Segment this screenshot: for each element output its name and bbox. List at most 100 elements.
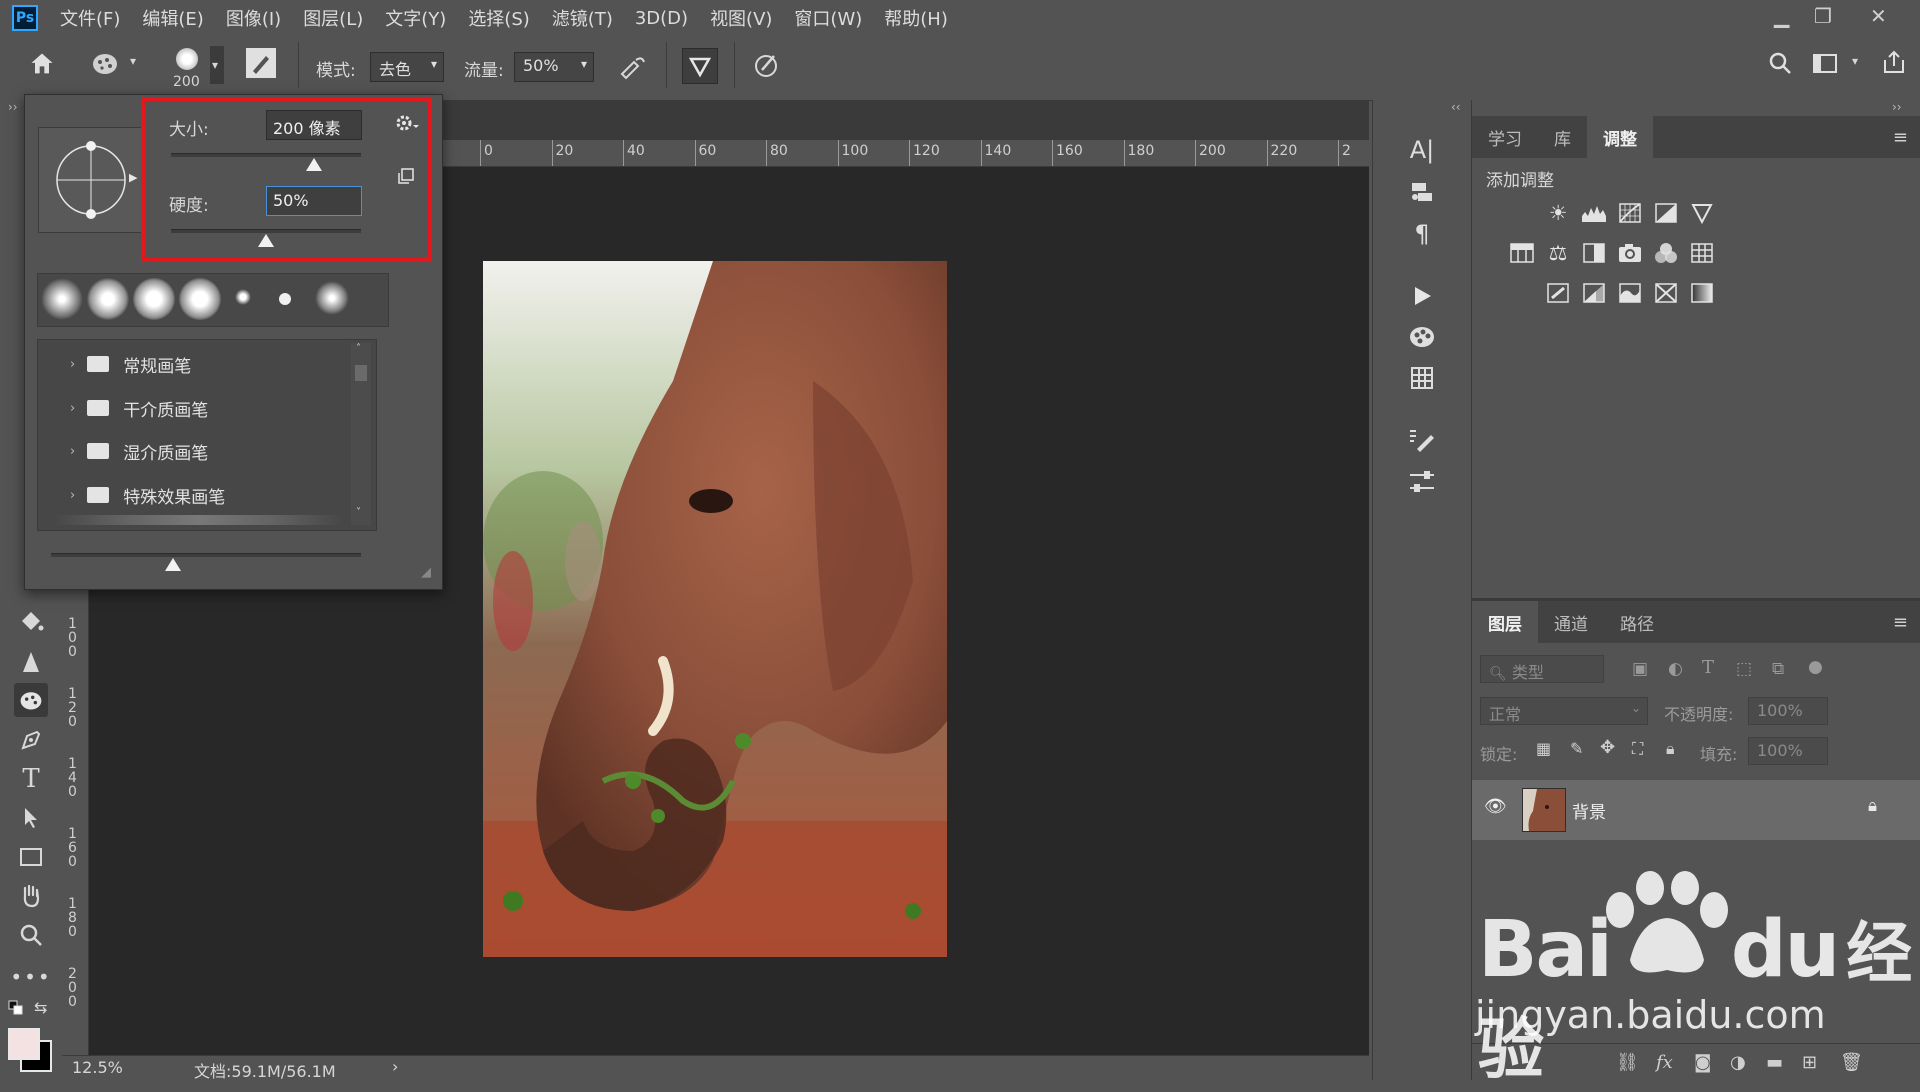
color-balance-icon[interactable]: ⚖ (1544, 240, 1572, 266)
chevron-right-icon[interactable]: › (70, 357, 75, 372)
channel-mixer-icon[interactable] (1652, 240, 1680, 266)
tool-preset-picker[interactable]: ▾ (90, 48, 154, 82)
chevron-right-icon[interactable]: › (392, 1057, 398, 1076)
menu-view[interactable]: 视图(V) (710, 5, 772, 31)
brush-picker-toggle[interactable]: ▾ (210, 46, 224, 84)
mode-select[interactable]: 去色 ▾ (370, 52, 444, 82)
filter-smartobject-icon[interactable]: ⧉ (1772, 659, 1784, 679)
brush-preset-soft-4[interactable] (179, 278, 221, 320)
airbrush-icon[interactable] (618, 52, 648, 85)
vibrance-toggle-icon[interactable] (682, 48, 718, 84)
curves-icon[interactable] (1616, 200, 1644, 226)
lock-transparent-icon[interactable]: ▦ (1536, 739, 1551, 758)
preview-size-slider-track[interactable] (51, 553, 361, 557)
brush-folder-row[interactable]: › 干介质画笔 (70, 387, 375, 429)
swap-colors-icon[interactable]: ⇆ (34, 998, 47, 1017)
more-tools-icon[interactable]: ••• (10, 960, 49, 994)
zoom-tool-icon[interactable] (14, 918, 48, 952)
character-panel-icon[interactable]: A| (1403, 132, 1441, 168)
table-grid-icon[interactable] (1403, 360, 1441, 396)
menu-edit[interactable]: 编辑(E) (142, 5, 203, 31)
layer-filter-select[interactable]: 🔍︎ 类型 (1480, 655, 1604, 683)
collapse-arrows-icon[interactable]: ›› (8, 100, 18, 114)
pen-tool-icon[interactable] (14, 723, 48, 757)
lock-artboard-icon[interactable]: ⛶ (1632, 739, 1643, 759)
filter-pixel-icon[interactable]: ▣ (1632, 659, 1648, 679)
swatches-panel-icon[interactable] (1403, 318, 1441, 354)
opacity-input[interactable]: 100% (1748, 697, 1828, 725)
eye-visibility-icon[interactable]: 👁︎ (1484, 796, 1507, 817)
tab-channels[interactable]: 通道 (1538, 601, 1604, 643)
preview-size-slider-thumb[interactable] (165, 558, 181, 571)
flow-input[interactable]: 50% ▾ (514, 52, 594, 82)
menu-select[interactable]: 选择(S) (468, 5, 529, 31)
menu-type[interactable]: 文字(Y) (385, 5, 446, 31)
workspace-icon[interactable] (1812, 50, 1838, 81)
brush-folder-row[interactable]: › 常规画笔 (70, 343, 375, 385)
pressure-size-icon[interactable] (752, 50, 782, 85)
hue-saturation-icon[interactable] (1508, 240, 1536, 266)
layer-name[interactable]: 背景 (1572, 798, 1606, 823)
brush-preset-soft-5[interactable] (315, 281, 349, 315)
photo-filter-icon[interactable] (1616, 240, 1644, 266)
filter-toggle-icon[interactable]: ● (1808, 657, 1823, 677)
menu-image[interactable]: 图像(I) (226, 5, 281, 31)
brush-folder-row[interactable]: › 特殊效果画笔 (70, 474, 375, 516)
brush-settings-icon[interactable] (1403, 422, 1441, 458)
sponge-tool-icon[interactable] (14, 683, 48, 717)
resize-grip-icon[interactable]: ◢ (421, 565, 431, 580)
share-icon[interactable] (1880, 48, 1908, 81)
menu-window[interactable]: 窗口(W) (794, 5, 862, 31)
layer-row[interactable]: 👁︎ 背景 🔒︎ (1472, 780, 1920, 840)
gradient-map-icon[interactable] (1688, 280, 1716, 306)
invert-icon[interactable] (1544, 280, 1572, 306)
lock-pixels-brush-icon[interactable]: ✎ (1570, 739, 1583, 758)
selective-color-icon[interactable] (1652, 280, 1680, 306)
brush-preset-soft-1[interactable] (41, 278, 83, 320)
tab-learn[interactable]: 学习 (1472, 116, 1538, 158)
blend-mode-select[interactable]: 正常 ⌄ (1480, 697, 1648, 725)
brush-settings-panel-icon[interactable] (246, 48, 276, 78)
close-icon[interactable]: ✕ (1870, 4, 1887, 28)
paint-bucket-tool-icon[interactable] (14, 605, 48, 639)
menu-file[interactable]: 文件(F) (60, 5, 120, 31)
actions-play-icon[interactable] (1403, 278, 1441, 314)
fill-input[interactable]: 100% (1748, 737, 1828, 765)
vibrance-icon[interactable] (1688, 200, 1716, 226)
paragraph-panel-icon[interactable]: ¶ (1403, 216, 1441, 252)
exposure-icon[interactable] (1652, 200, 1680, 226)
brush-preset-small-1[interactable] (229, 283, 257, 311)
3d-panel-icon[interactable] (1403, 174, 1441, 210)
panel-menu-icon[interactable]: ≡ (1893, 612, 1908, 633)
default-colors-icon[interactable] (8, 1000, 24, 1021)
brush-folder-row[interactable]: › 湿介质画笔 (70, 430, 375, 472)
chevron-down-icon[interactable]: ▾ (1852, 54, 1858, 68)
filter-adjustment-icon[interactable]: ◐ (1668, 659, 1683, 679)
home-icon[interactable] (28, 50, 56, 83)
path-selection-tool-icon[interactable] (14, 800, 48, 834)
minimize-icon[interactable]: ▁ (1774, 4, 1789, 28)
tab-layers[interactable]: 图层 (1472, 601, 1538, 643)
brightness-contrast-icon[interactable]: ☀ (1544, 200, 1572, 226)
tab-paths[interactable]: 路径 (1604, 601, 1670, 643)
search-icon[interactable] (1767, 50, 1793, 81)
posterize-icon[interactable] (1580, 280, 1608, 306)
black-white-icon[interactable] (1580, 240, 1608, 266)
document-image[interactable] (483, 261, 947, 957)
rectangle-tool-icon[interactable] (14, 840, 48, 874)
sharpen-tool-icon[interactable] (14, 645, 48, 679)
brush-preset-hard-dot[interactable] (279, 293, 291, 305)
menu-3d[interactable]: 3D(D) (635, 8, 688, 29)
color-lookup-icon[interactable] (1688, 240, 1716, 266)
chevron-right-icon[interactable]: › (70, 444, 75, 459)
foreground-color-swatch[interactable] (8, 1028, 40, 1060)
lock-icon[interactable]: 🔒︎ (1868, 796, 1877, 816)
levels-icon[interactable] (1580, 200, 1608, 226)
menu-filter[interactable]: 滤镜(T) (552, 5, 613, 31)
menu-help[interactable]: 帮助(H) (884, 5, 948, 31)
filter-shape-icon[interactable]: ⬚ (1736, 659, 1752, 679)
restore-icon[interactable]: ❐ (1814, 4, 1832, 28)
tab-adjustments[interactable]: 调整 (1587, 116, 1653, 158)
chevron-right-icon[interactable]: › (70, 488, 75, 503)
adjustment-sliders-icon[interactable] (1403, 464, 1441, 500)
